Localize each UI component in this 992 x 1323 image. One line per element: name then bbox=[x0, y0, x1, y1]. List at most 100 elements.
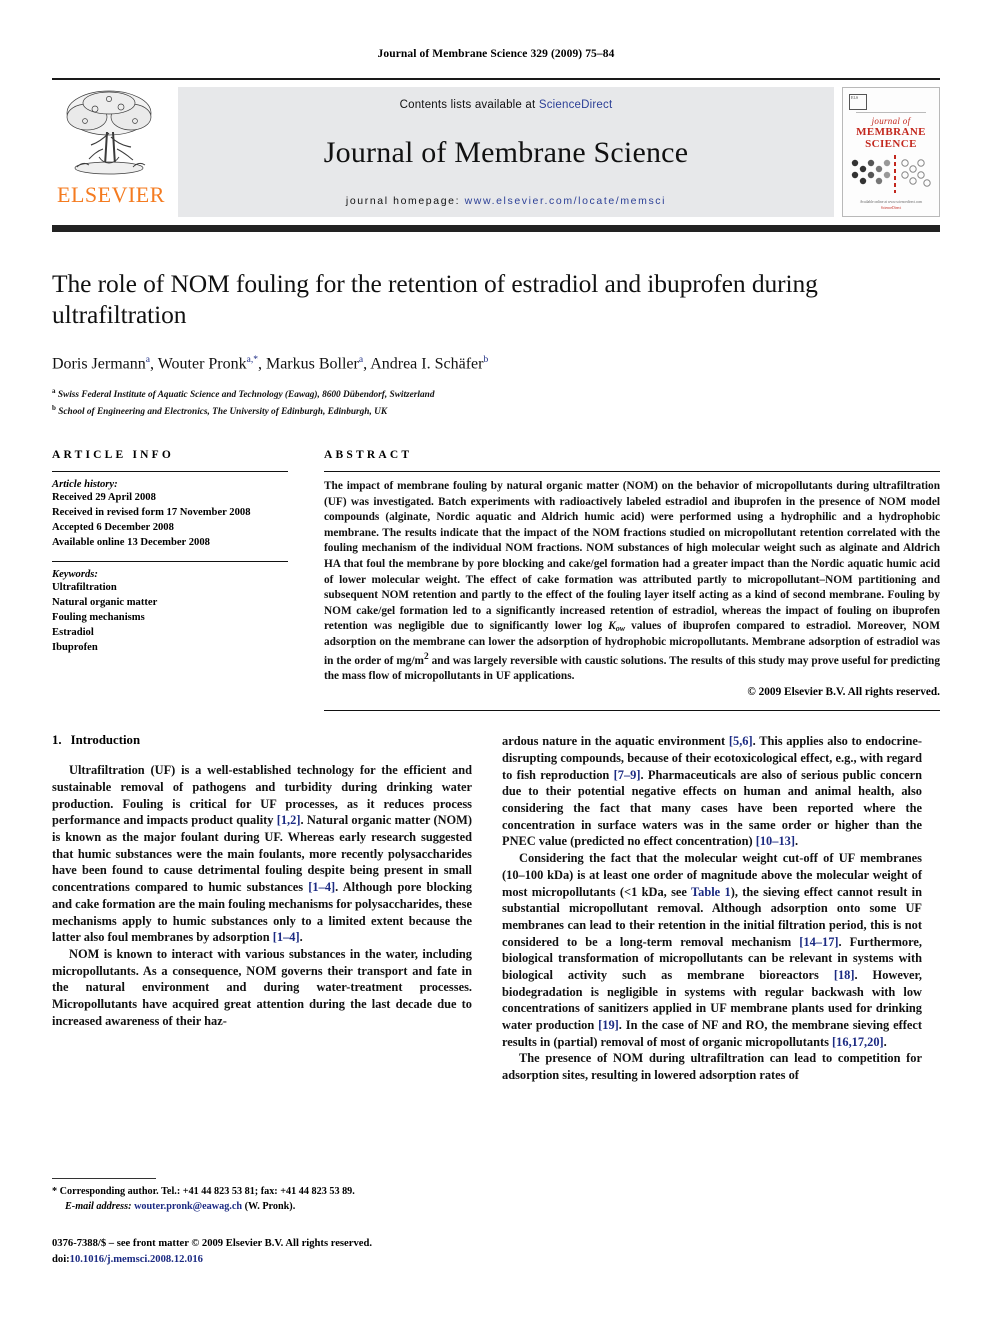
affiliation-text: School of Engineering and Electronics, T… bbox=[58, 406, 388, 417]
cover-title-line1: journal of bbox=[871, 116, 911, 126]
author-affil-marker[interactable]: a bbox=[359, 355, 363, 365]
abstract-kow-symbol: K bbox=[608, 620, 616, 633]
paragraph: ardous nature in the aquatic environment… bbox=[502, 734, 922, 849]
body-columns: 1. Introduction Ultrafiltration (UF) is a… bbox=[52, 733, 940, 1083]
author-list: Doris Jermanna, Wouter Pronka,*, Markus … bbox=[52, 354, 489, 373]
citation-link[interactable]: [1–4] bbox=[308, 880, 335, 894]
article-history-item: Accepted 6 December 2008 bbox=[52, 522, 174, 534]
keywords-label: Keywords: bbox=[52, 569, 98, 581]
author-affil-marker[interactable]: b bbox=[483, 355, 488, 365]
body-column-left: 1. Introduction Ultrafiltration (UF) is a… bbox=[52, 733, 472, 1083]
citation-link[interactable]: [1,2] bbox=[277, 813, 301, 827]
cover-publisher-mark: ELS bbox=[849, 94, 867, 110]
affiliation-text: Swiss Federal Institute of Aquatic Scien… bbox=[57, 390, 435, 401]
corresponding-text: Corresponding author. Tel.: +41 44 823 5… bbox=[59, 1186, 355, 1198]
journal-band: Contents lists available at ScienceDirec… bbox=[178, 87, 834, 217]
paragraph: Ultrafiltration (UF) is a well-establish… bbox=[52, 763, 472, 945]
citation-link[interactable]: [14–17] bbox=[799, 935, 838, 949]
corresponding-marker: * bbox=[52, 1186, 58, 1198]
keyword-item: Fouling mechanisms bbox=[52, 612, 145, 624]
affiliation-marker: a bbox=[52, 387, 56, 396]
journal-title: Journal of Membrane Science bbox=[323, 136, 689, 169]
article-history-item: Available online 13 December 2008 bbox=[52, 537, 210, 549]
article-page: Journal of Membrane Science 329 (2009) 7… bbox=[0, 0, 992, 1323]
cover-title-line2: MEMBRANE bbox=[856, 126, 926, 138]
author-name: Doris Jermann bbox=[52, 355, 146, 373]
doi-link[interactable]: 10.1016/j.memsci.2008.12.016 bbox=[70, 1254, 203, 1265]
abstract-part1: The impact of membrane fouling by natura… bbox=[324, 480, 940, 633]
abstract-bottom-rule bbox=[324, 710, 940, 712]
paragraph: Considering the fact that the molecular … bbox=[502, 851, 923, 1049]
citation-link[interactable]: Table 1 bbox=[691, 885, 731, 899]
affiliation: b School of Engineering and Electronics,… bbox=[52, 403, 940, 420]
citation-link[interactable]: [19] bbox=[598, 1018, 619, 1032]
email-label: E-mail address: bbox=[65, 1200, 132, 1212]
cover-divider bbox=[855, 112, 927, 113]
article-info-heading: ARTICLE INFO bbox=[52, 449, 175, 462]
citation-link[interactable]: [5,6] bbox=[729, 734, 753, 748]
author-name: Andrea I. Schäfer bbox=[370, 355, 484, 373]
journal-cover-thumbnail: ELS journal of MEMBRANE SCIENCE Availabl… bbox=[842, 87, 940, 217]
footnote-area: * Corresponding author. Tel.: +41 44 823… bbox=[52, 1178, 472, 1267]
keyword-item: Estradiol bbox=[52, 627, 94, 639]
cover-footer-line1: Available online at www.sciencedirect.co… bbox=[859, 200, 923, 205]
article-info-rule bbox=[52, 471, 288, 473]
running-head: Journal of Membrane Science 329 (2009) 7… bbox=[377, 48, 615, 60]
article-history-item: Received in revised form 17 November 200… bbox=[52, 507, 251, 519]
corresponding-author-note: * Corresponding author. Tel.: +41 44 823… bbox=[52, 1185, 472, 1214]
cover-footer-line2: ScienceDirect bbox=[880, 205, 902, 210]
paragraph: NOM is known to interact with various su… bbox=[52, 946, 472, 1028]
contents-available-line: Contents lists available at ScienceDirec… bbox=[400, 99, 613, 111]
citation-link[interactable]: [16,17,20] bbox=[832, 1035, 884, 1049]
page-title: The role of NOM fouling for the retentio… bbox=[52, 269, 818, 330]
article-history-item: Received 29 April 2008 bbox=[52, 492, 156, 504]
homepage-prefix: journal homepage: bbox=[345, 195, 461, 207]
article-info-column: ARTICLE INFO Article history: Received 2… bbox=[52, 449, 288, 711]
journal-masthead: ELSEVIER Contents lists available at Sci… bbox=[52, 78, 940, 217]
body-column-right: ardous nature in the aquatic environment… bbox=[502, 733, 922, 1083]
citation-link[interactable]: [18] bbox=[834, 968, 855, 982]
abstract-heading: ABSTRACT bbox=[324, 449, 413, 462]
cover-title-line3: SCIENCE bbox=[865, 138, 917, 150]
abstract-text: The impact of membrane fouling by natura… bbox=[324, 479, 940, 684]
paragraph: The presence of NOM during ultrafiltrati… bbox=[502, 1051, 922, 1082]
keyword-item: Ultrafiltration bbox=[52, 582, 117, 594]
affiliation: a Swiss Federal Institute of Aquatic Sci… bbox=[52, 386, 940, 403]
journal-homepage-line: journal homepage: www.elsevier.com/locat… bbox=[346, 195, 666, 207]
title-block: The role of NOM fouling for the retentio… bbox=[52, 268, 940, 419]
contents-prefix: Contents lists available at bbox=[399, 99, 536, 111]
elsevier-tree-icon bbox=[66, 90, 152, 175]
issn-copyright-line: 0376-7388/$ – see front matter © 2009 El… bbox=[52, 1238, 372, 1250]
doi-label: doi: bbox=[52, 1253, 70, 1265]
info-abstract-section: ARTICLE INFO Article history: Received 2… bbox=[52, 449, 940, 712]
cover-footer: Available online at www.sciencedirect.co… bbox=[847, 200, 935, 211]
author-affil-marker[interactable]: a,* bbox=[247, 355, 258, 365]
affiliation-marker: b bbox=[52, 403, 56, 412]
elsevier-logo: ELSEVIER bbox=[52, 87, 170, 217]
journal-homepage-link[interactable]: www.elsevier.com/locate/memsci bbox=[465, 195, 666, 207]
section-number: 1. bbox=[52, 733, 62, 748]
sciencedirect-link[interactable]: ScienceDirect bbox=[539, 99, 613, 111]
doi-line: doi:10.1016/j.memsci.2008.12.016 bbox=[52, 1252, 472, 1267]
author-affil-marker[interactable]: a bbox=[146, 355, 150, 365]
front-matter: 0376-7388/$ – see front matter © 2009 El… bbox=[52, 1236, 472, 1267]
citation-link[interactable]: [10–13] bbox=[756, 834, 795, 848]
keywords-rule bbox=[52, 561, 288, 563]
section-title: Introduction bbox=[70, 733, 141, 748]
abstract-kow-subscript: ow bbox=[615, 624, 626, 634]
abstract-copyright: © 2009 Elsevier B.V. All rights reserved… bbox=[747, 686, 940, 699]
author-name: Markus Boller bbox=[265, 355, 359, 373]
author-name: Wouter Pronk bbox=[157, 355, 247, 373]
abstract-rule bbox=[324, 471, 940, 473]
abstract-column: ABSTRACT The impact of membrane fouling … bbox=[324, 449, 940, 712]
email-link[interactable]: wouter.pronk@eawag.ch bbox=[134, 1201, 242, 1212]
keyword-item: Ibuprofen bbox=[52, 642, 98, 654]
citation-link[interactable]: [7–9] bbox=[614, 768, 641, 782]
elsevier-wordmark: ELSEVIER bbox=[57, 182, 165, 207]
section-heading-introduction: 1. Introduction bbox=[52, 733, 472, 748]
keyword-item: Natural organic matter bbox=[52, 597, 158, 609]
masthead-bottom-rule bbox=[52, 225, 940, 232]
citation-link[interactable]: [1–4] bbox=[273, 930, 300, 944]
article-history-label: Article history: bbox=[52, 479, 118, 491]
